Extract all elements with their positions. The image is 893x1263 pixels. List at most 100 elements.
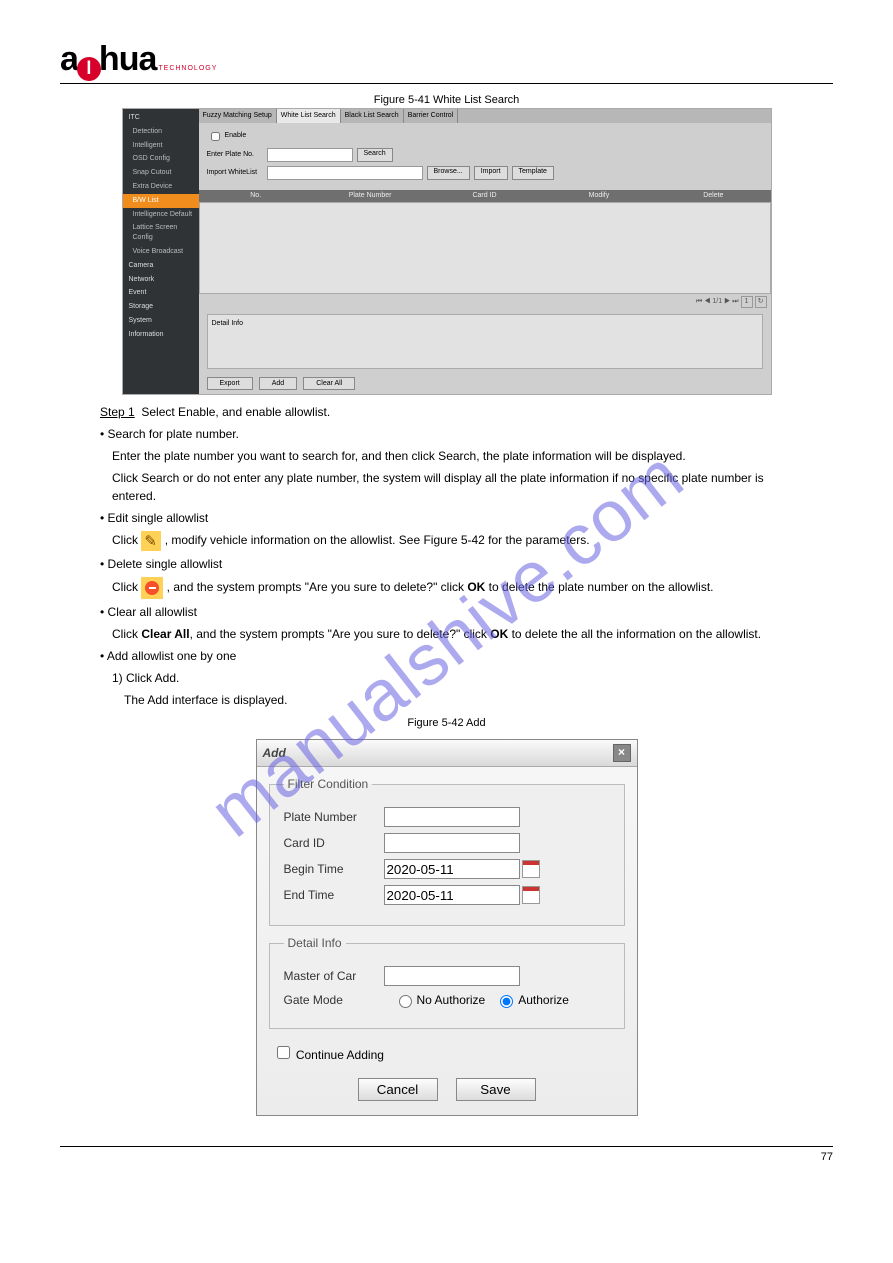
cancel-button[interactable]: Cancel — [358, 1078, 438, 1101]
gate-mode-label: Gate Mode — [284, 993, 384, 1007]
detail-label: Detail Info — [212, 320, 244, 327]
tab-blacklist[interactable]: Black List Search — [341, 109, 404, 123]
pager-prev-icon[interactable]: ◀ — [704, 298, 710, 305]
no-authorize-label: No Authorize — [417, 993, 486, 1007]
step-1-label: Step 1 — [100, 405, 135, 419]
calendar-icon[interactable] — [522, 860, 540, 878]
plate-label: Enter Plate No. — [207, 150, 267, 160]
begin-time-label: Begin Time — [284, 862, 384, 876]
col-card: Card ID — [427, 191, 541, 201]
sidebar-item-osd[interactable]: OSD Config — [123, 152, 199, 166]
save-button[interactable]: Save — [456, 1078, 536, 1101]
sidebar-group-camera[interactable]: Camera — [123, 259, 199, 273]
step-search-desc: Enter the plate number you want to searc… — [112, 447, 793, 465]
sidebar-item-bwlist[interactable]: B/W List — [123, 194, 199, 208]
header: a l hua TECHNOLOGY — [60, 40, 833, 84]
form-area: Enable Enter Plate No. Search Import Whi… — [199, 123, 771, 190]
end-time-input[interactable] — [384, 885, 520, 905]
pager-go-button[interactable]: ↻ — [755, 296, 767, 308]
clear-all-button[interactable]: Clear All — [303, 377, 355, 391]
sidebar-item-intelligent[interactable]: Intelligent — [123, 139, 199, 153]
content-area: Fuzzy Matching Setup White List Search B… — [199, 109, 771, 394]
end-time-label: End Time — [284, 888, 384, 902]
enable-label: Enable — [225, 131, 247, 141]
calendar-icon[interactable] — [522, 886, 540, 904]
sidebar: ITC Detection Intelligent OSD Config Sna… — [123, 109, 199, 394]
grid-header: No. Plate Number Card ID Modify Delete — [199, 190, 771, 202]
step-search: Search for plate number. — [108, 427, 239, 441]
add-dialog: Add × Filter Condition Plate Number Card… — [256, 739, 638, 1116]
dialog-title: Add — [263, 746, 286, 760]
sidebar-item-detection[interactable]: Detection — [123, 125, 199, 139]
detail-info-group: Detail Info Master of Car Gate Mode No A… — [269, 936, 625, 1029]
filter-condition-group: Filter Condition Plate Number Card ID Be… — [269, 777, 625, 926]
master-car-label: Master of Car — [284, 969, 384, 983]
sidebar-group-storage[interactable]: Storage — [123, 300, 199, 314]
logo-text: hua — [99, 40, 156, 79]
col-plate: Plate Number — [313, 191, 427, 201]
tab-fuzzy[interactable]: Fuzzy Matching Setup — [199, 109, 277, 123]
detail-info-panel: Detail Info — [207, 314, 763, 369]
edit-icon[interactable] — [141, 531, 161, 551]
step-addone-2: The Add interface is displayed. — [124, 691, 793, 709]
footer: 77 — [60, 1146, 833, 1163]
sidebar-group-event[interactable]: Event — [123, 286, 199, 300]
import-path-input[interactable] — [267, 166, 423, 180]
col-no: No. — [199, 191, 313, 201]
card-id-label: Card ID — [284, 836, 384, 850]
search-button[interactable]: Search — [357, 148, 393, 162]
grid-body — [199, 202, 771, 294]
detail-info-legend: Detail Info — [284, 936, 346, 950]
export-button[interactable]: Export — [207, 377, 253, 391]
col-modify: Modify — [542, 191, 656, 201]
plate-number-label: Plate Number — [284, 810, 384, 824]
sidebar-group-system[interactable]: System — [123, 314, 199, 328]
authorize-label: Authorize — [518, 993, 569, 1007]
app-screenshot: ITC Detection Intelligent OSD Config Sna… — [122, 108, 772, 395]
sidebar-item-extra[interactable]: Extra Device — [123, 180, 199, 194]
step-1a: Select Enable, and enable allowlist. — [141, 405, 330, 419]
logo: a l hua TECHNOLOGY — [60, 40, 217, 79]
pager-text: 1/1 — [712, 298, 722, 305]
step-addone-1: 1) Click Add. — [112, 669, 793, 687]
sidebar-group-information[interactable]: Information — [123, 328, 199, 342]
instructions: Step 1 Select Enable, and enable allowli… — [100, 403, 793, 709]
plate-number-input[interactable] — [384, 807, 520, 827]
pager-page-input[interactable]: 1 — [741, 296, 753, 308]
continue-adding-label: Continue Adding — [296, 1048, 384, 1062]
pager-last-icon[interactable]: ⏭ — [732, 298, 738, 305]
pager-first-icon[interactable]: ⏮ — [696, 298, 702, 305]
tabs: Fuzzy Matching Setup White List Search B… — [199, 109, 771, 123]
step-clear-label: Clear all allowlist — [108, 605, 197, 619]
sidebar-item-voice[interactable]: Voice Broadcast — [123, 245, 199, 259]
step-edit-label: Edit single allowlist — [108, 511, 209, 525]
step-addone-label: Add allowlist one by one — [107, 649, 236, 663]
browse-button[interactable]: Browse... — [427, 166, 470, 180]
card-id-input[interactable] — [384, 833, 520, 853]
begin-time-input[interactable] — [384, 859, 520, 879]
tab-whitelist[interactable]: White List Search — [277, 109, 341, 123]
sidebar-item-intel-default[interactable]: Intelligence Default — [123, 208, 199, 222]
add-button[interactable]: Add — [259, 377, 297, 391]
delete-icon[interactable] — [141, 577, 163, 599]
sidebar-root[interactable]: ITC — [123, 111, 199, 125]
import-label: Import WhiteList — [207, 168, 267, 178]
pager-next-icon[interactable]: ▶ — [724, 298, 730, 305]
step-clear-desc: Click Clear All, and the system prompts … — [112, 625, 793, 643]
import-button[interactable]: Import — [474, 166, 508, 180]
sidebar-item-snap[interactable]: Snap Cutout — [123, 166, 199, 180]
col-delete: Delete — [656, 191, 770, 201]
tab-barrier[interactable]: Barrier Control — [404, 109, 459, 123]
template-button[interactable]: Template — [512, 166, 554, 180]
no-authorize-radio[interactable] — [399, 995, 412, 1008]
sidebar-group-network[interactable]: Network — [123, 273, 199, 287]
authorize-radio[interactable] — [500, 995, 513, 1008]
plate-input[interactable] — [267, 148, 353, 162]
sidebar-item-lattice[interactable]: Lattice Screen Config — [123, 221, 199, 245]
continue-adding-checkbox[interactable] — [277, 1046, 290, 1059]
close-icon[interactable]: × — [613, 744, 631, 762]
master-car-input[interactable] — [384, 966, 520, 986]
enable-checkbox[interactable] — [211, 132, 220, 141]
page-number: 77 — [821, 1151, 833, 1163]
step-search-all: Click Search or do not enter any plate n… — [112, 469, 793, 505]
